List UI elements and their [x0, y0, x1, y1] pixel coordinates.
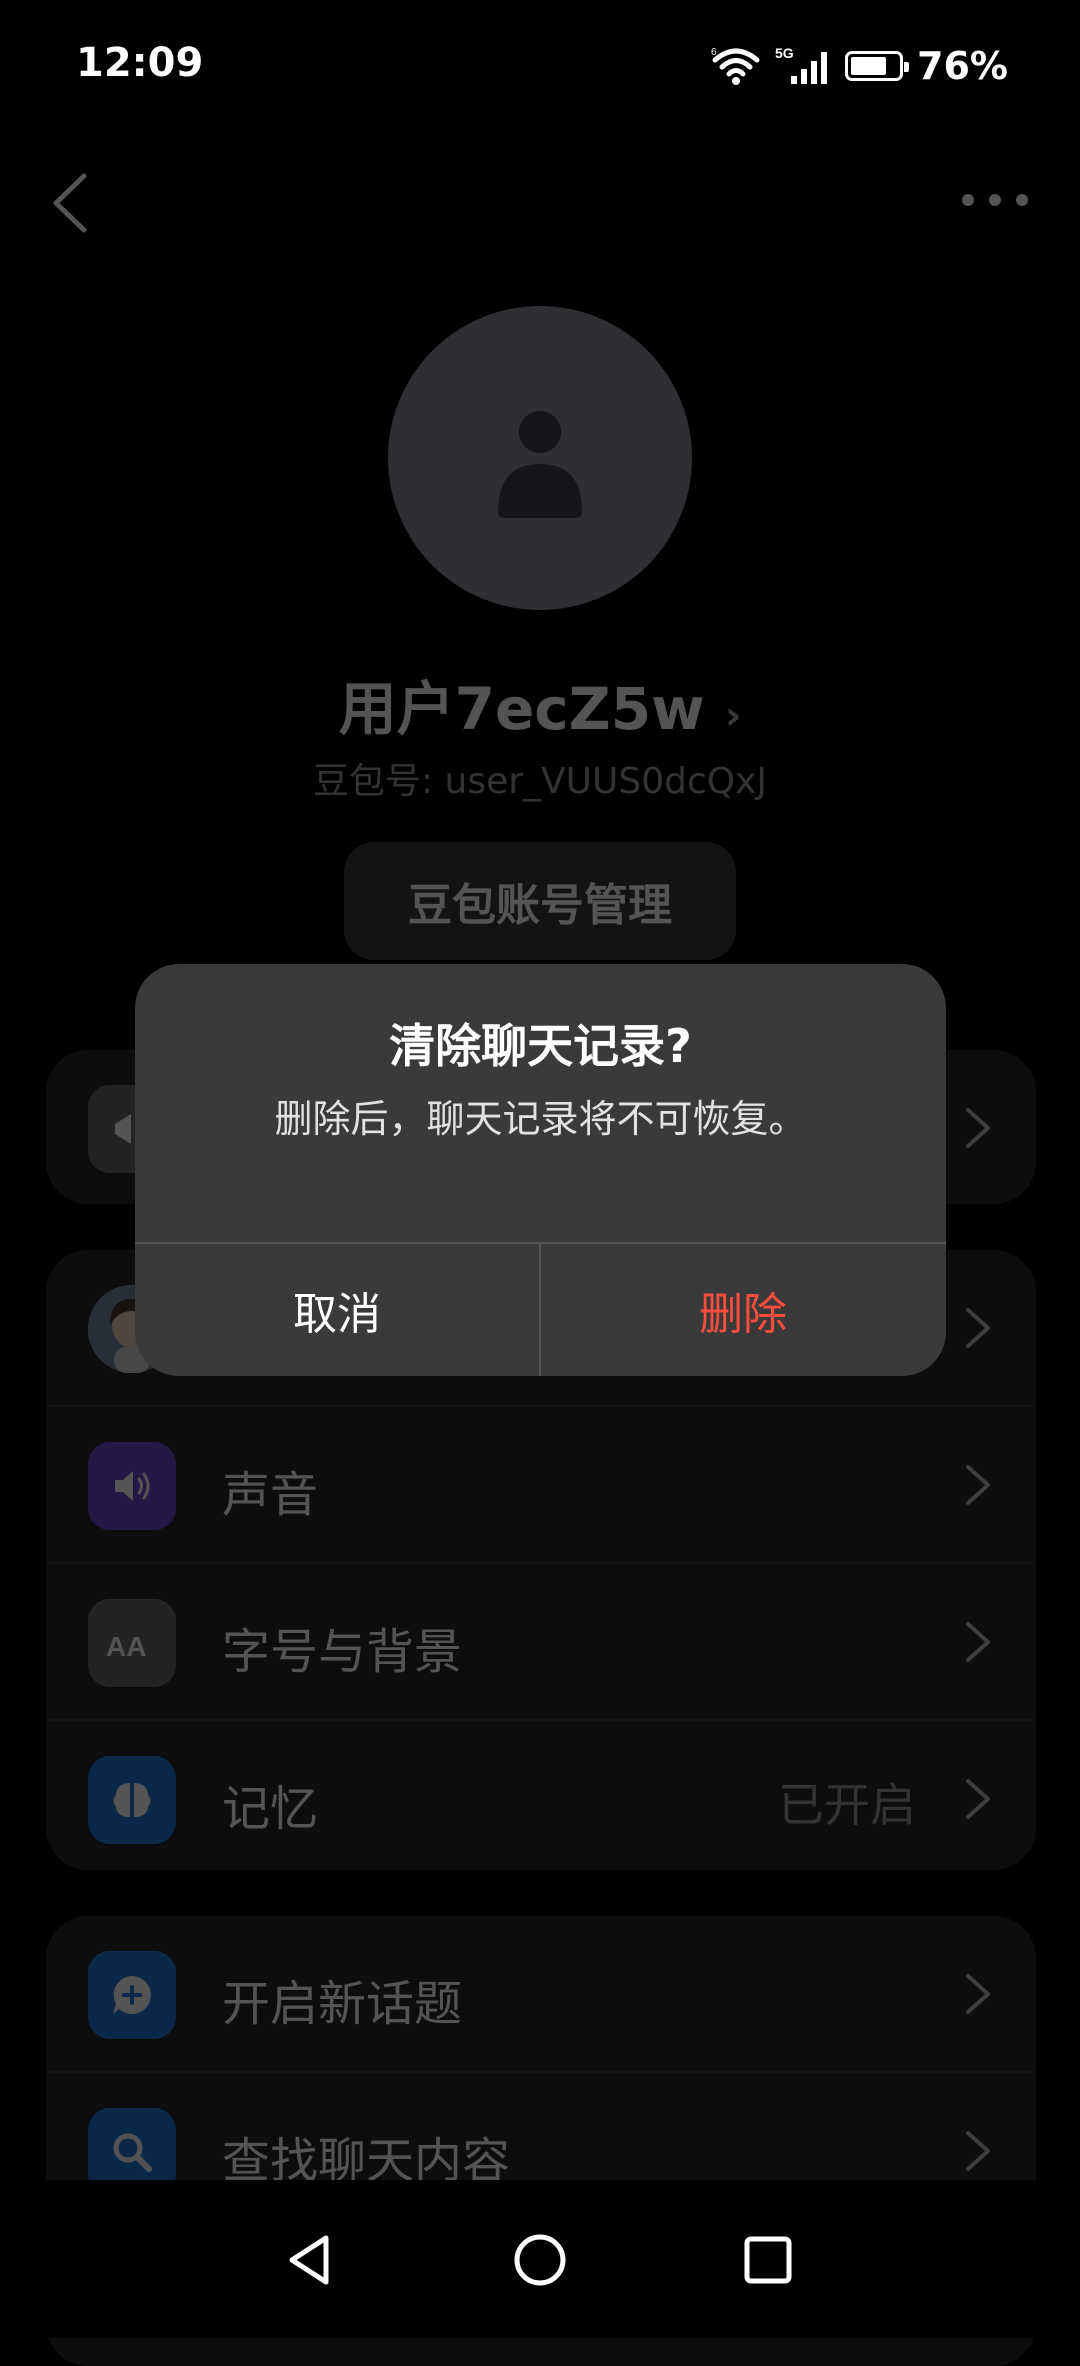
- status-icons: 6 5G 76%: [711, 44, 1008, 88]
- user-placeholder-icon: [498, 411, 582, 518]
- cellular-signal-icon: 5G: [775, 46, 828, 84]
- more-options-icon[interactable]: [960, 190, 1030, 210]
- clear-chat-dialog: 清除聊天记录? 删除后，聊天记录将不可恢复。 取消 删除: [135, 964, 946, 1376]
- chevron-right-icon: [966, 1779, 990, 1819]
- dialog-title: 清除聊天记录?: [389, 1019, 692, 1073]
- account-management-button[interactable]: 豆包账号管理: [344, 842, 736, 960]
- svg-text:5G: 5G: [775, 46, 794, 61]
- status-time: 12:09: [76, 40, 204, 86]
- memory-icon: [88, 1756, 176, 1844]
- chevron-right-icon: [966, 1465, 990, 1505]
- settings-row-memory[interactable]: 记忆 已开启: [46, 1721, 1036, 1876]
- battery-icon: [845, 51, 910, 81]
- memory-status: 已开启: [778, 1778, 916, 1832]
- chevron-right-icon: ›: [724, 693, 742, 739]
- settings-label-voice: 声音: [222, 1467, 319, 1523]
- svg-text:6: 6: [711, 47, 717, 58]
- chevron-right-icon: [966, 1974, 990, 2014]
- chevron-right-icon: [966, 1108, 990, 1148]
- font-size-icon: AA: [88, 1599, 176, 1687]
- back-nav-icon[interactable]: [270, 2220, 350, 2300]
- settings-row-voice[interactable]: 声音: [46, 1407, 1036, 1562]
- status-bar: 12:09 6 5G 76%: [0, 0, 1080, 140]
- chevron-right-icon: [966, 2131, 990, 2171]
- battery-percent: 76%: [917, 44, 1008, 88]
- settings-row-font-background[interactable]: AA 字号与背景: [46, 1564, 1036, 1719]
- system-nav-bar: [0, 2180, 1080, 2338]
- doubao-id: 豆包号: user_VUUS0dcQxJ: [312, 761, 768, 802]
- settings-label-font-background: 字号与背景: [222, 1624, 463, 1680]
- recents-nav-icon[interactable]: [728, 2220, 808, 2300]
- new-chat-icon: [88, 1951, 176, 2039]
- username[interactable]: 用户7ecZ5w ›: [0, 662, 1080, 746]
- settings-label-memory: 记忆: [222, 1781, 319, 1837]
- svg-text:AA: AA: [106, 1631, 146, 1662]
- home-nav-icon[interactable]: [500, 2220, 580, 2300]
- dialog-message: 删除后，聊天记录将不可恢复。: [274, 1097, 807, 1141]
- back-arrow-icon[interactable]: [46, 168, 96, 238]
- chevron-right-icon: [966, 1308, 990, 1348]
- cancel-button[interactable]: 取消: [135, 1244, 539, 1376]
- settings-row-new-topic[interactable]: 开启新话题: [46, 1916, 1036, 2071]
- battery-level: [851, 57, 887, 75]
- delete-button[interactable]: 删除: [541, 1244, 945, 1376]
- wifi-icon: 6: [711, 47, 760, 85]
- avatar[interactable]: [388, 306, 692, 610]
- settings-label-new-topic: 开启新话题: [222, 1976, 463, 2032]
- chevron-right-icon: [966, 1622, 990, 1662]
- speaker-icon: [88, 1442, 176, 1530]
